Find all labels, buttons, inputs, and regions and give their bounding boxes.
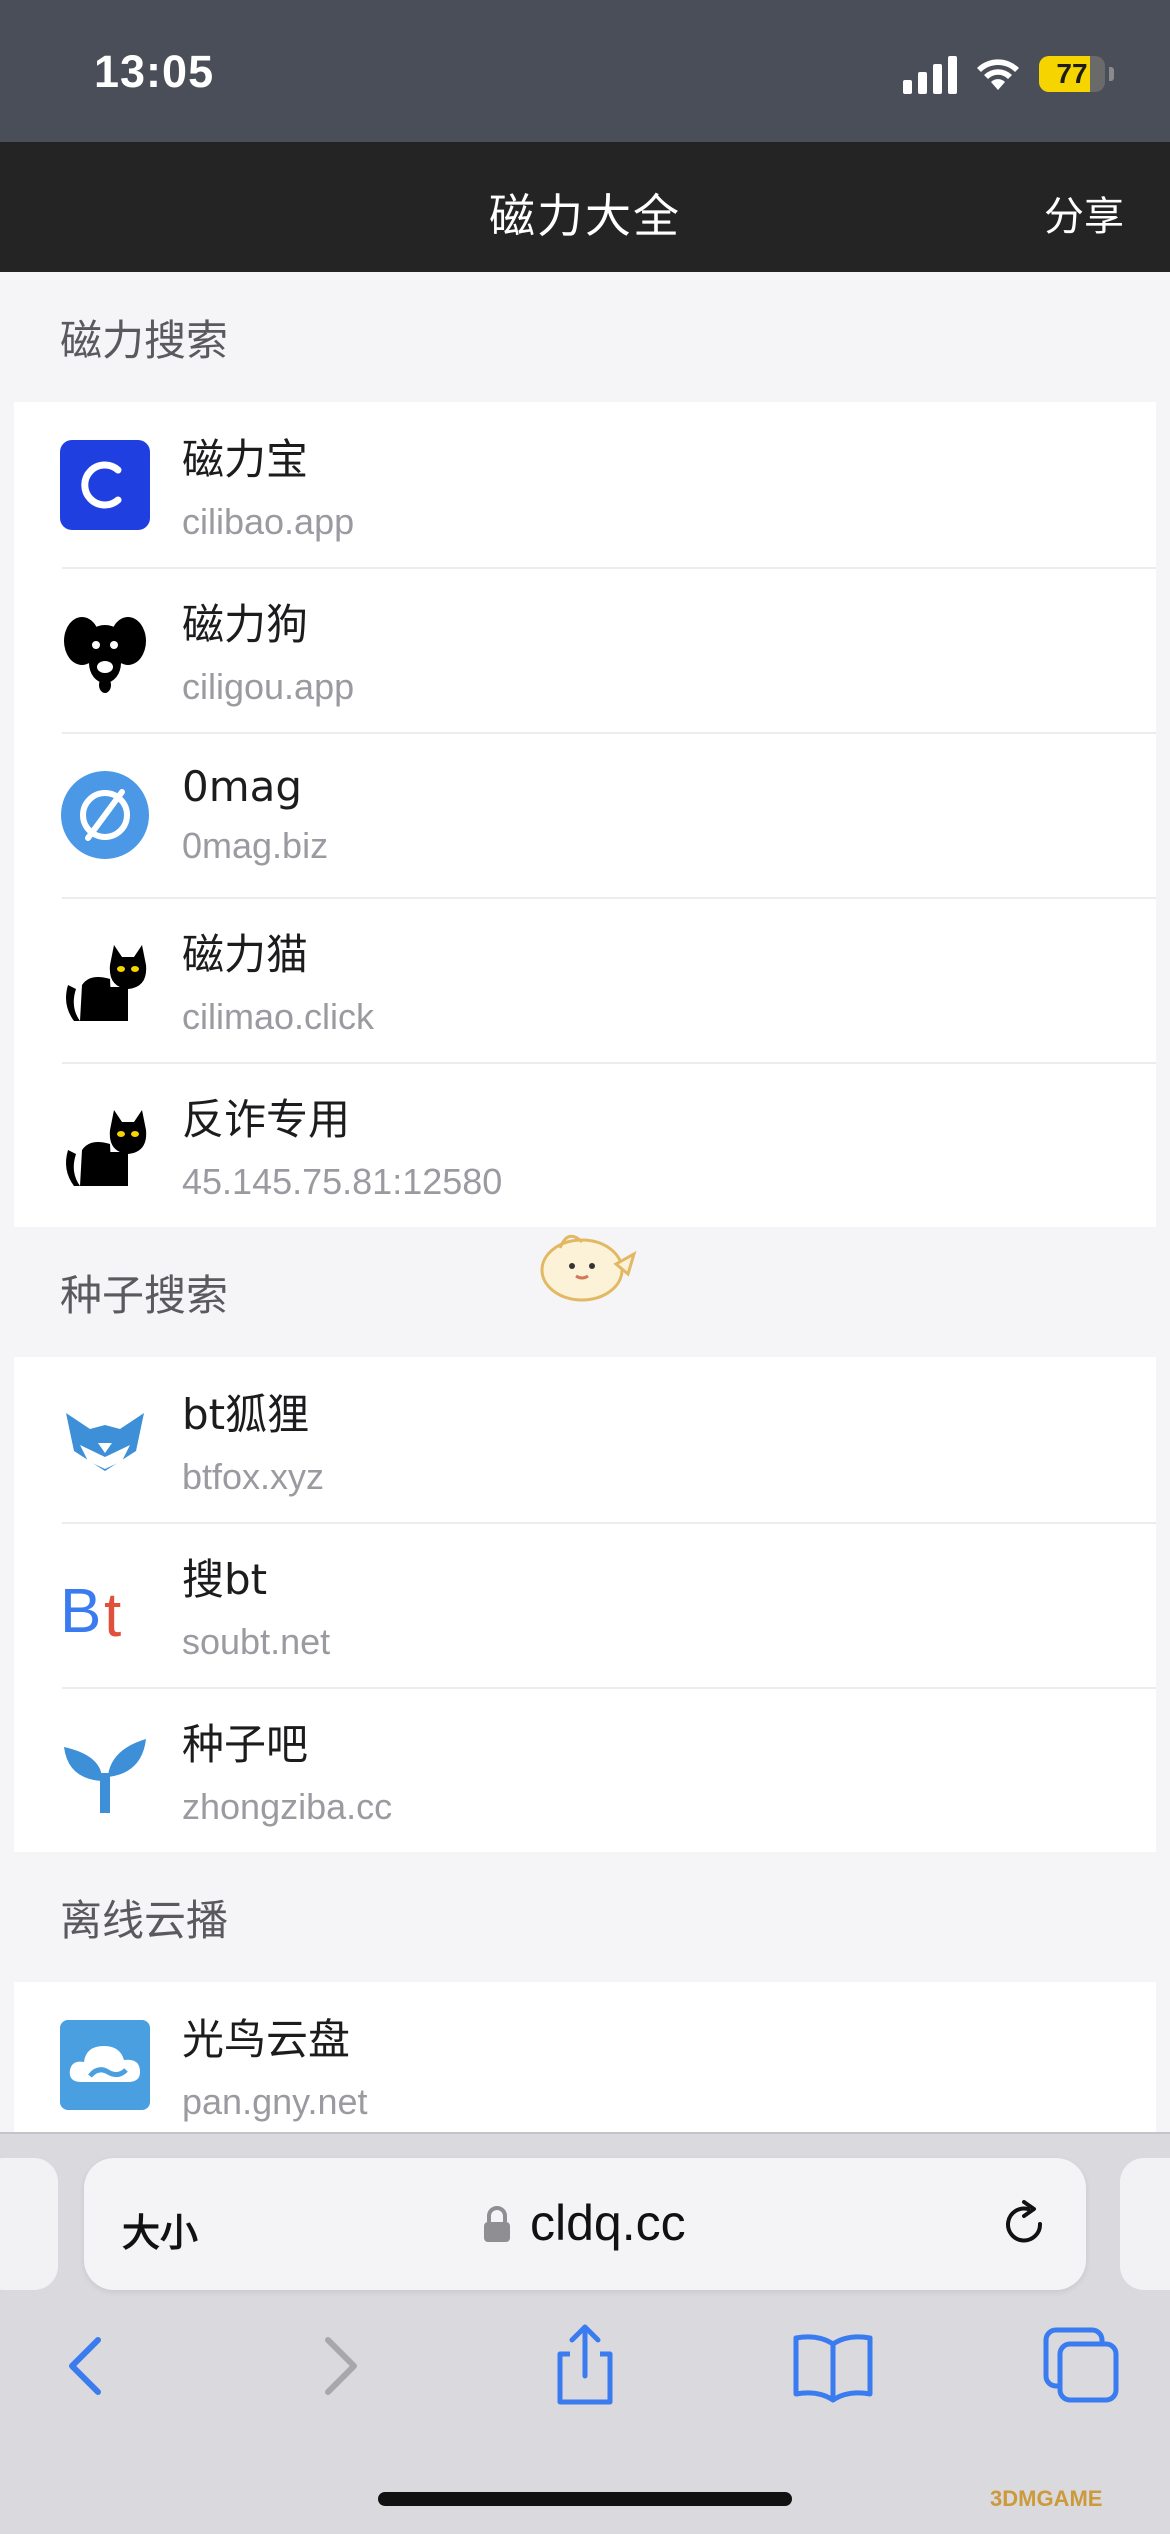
item-url: ciligou.app: [182, 666, 355, 707]
status-icons: 77: [903, 52, 1114, 96]
share-button[interactable]: 分享: [1044, 184, 1124, 242]
torrent-search-list: bt狐狸 btfox.xyz B t 搜bt soubt.net 种子吧 zho…: [14, 1357, 1156, 1852]
bookmarks-icon[interactable]: [788, 2320, 878, 2410]
magnet-search-list: 磁力宝 cilibao.app 磁力狗 ciligou.app 0mag 0ma…: [14, 402, 1156, 1227]
list-item[interactable]: B t 搜bt soubt.net: [14, 1522, 1156, 1687]
item-name: 搜bt: [182, 1555, 268, 1604]
list-item[interactable]: 光鸟云盘 pan.gny.net: [14, 1982, 1156, 2132]
list-item[interactable]: 0mag 0mag.biz: [14, 732, 1156, 897]
list-item[interactable]: 磁力宝 cilibao.app: [14, 402, 1156, 567]
battery-percent: 77: [1056, 58, 1088, 89]
list-item[interactable]: 种子吧 zhongziba.cc: [14, 1687, 1156, 1852]
item-url: zhongziba.cc: [182, 1786, 393, 1827]
back-icon[interactable]: [42, 2320, 132, 2410]
next-tab-preview[interactable]: [1120, 2158, 1170, 2290]
item-name: 0mag: [182, 762, 303, 811]
address-bar[interactable]: 大小 cldq.cc: [84, 2158, 1086, 2290]
bt-logo-icon: B t: [60, 1577, 121, 1650]
cat-icon: [66, 1109, 147, 1186]
cloud-icon: [60, 2019, 150, 2110]
list-item[interactable]: 磁力狗 ciligou.app: [14, 567, 1156, 732]
status-bar: 13:05 77: [0, 0, 1170, 142]
site-list: 磁力搜索 磁力宝 cilibao.app 磁力狗 ciligou.app 0ma…: [0, 272, 1170, 2132]
watermark: 3DMGAME: [990, 2486, 1103, 2511]
list-item[interactable]: 磁力猫 cilimao.click: [14, 897, 1156, 1062]
page-title: 磁力大全: [489, 189, 681, 243]
item-name: 反诈专用: [182, 1095, 351, 1144]
cat-icon: [66, 944, 147, 1021]
list-item[interactable]: bt狐狸 btfox.xyz: [14, 1357, 1156, 1522]
item-url: cilibao.app: [182, 501, 355, 542]
lock-icon: [484, 2206, 510, 2242]
section-title-cloud: 离线云播: [60, 1895, 229, 1945]
url-text[interactable]: cldq.cc: [530, 2194, 686, 2252]
reload-icon[interactable]: [998, 2198, 1050, 2250]
item-url: cilimao.click: [182, 996, 375, 1037]
tabs-icon[interactable]: [1036, 2320, 1126, 2410]
mascot-sticker-icon: [540, 1234, 637, 1302]
previous-tab-preview[interactable]: [0, 2158, 58, 2290]
sprout-icon: [64, 1738, 146, 1813]
share-icon[interactable]: [540, 2320, 630, 2410]
browser-bottom-bar: 大小 cldq.cc 3DMGAME: [0, 2132, 1170, 2534]
item-url: btfox.xyz: [182, 1456, 325, 1497]
cilibao-logo-icon: [60, 439, 150, 530]
item-url: soubt.net: [182, 1621, 331, 1662]
cellular-signal-icon: [903, 54, 957, 94]
list-item[interactable]: 反诈专用 45.145.75.81:12580: [14, 1062, 1156, 1227]
item-url: 0mag.biz: [182, 825, 329, 866]
item-url: pan.gny.net: [182, 2081, 368, 2122]
item-name: 磁力狗: [182, 600, 309, 649]
wifi-icon: [977, 59, 1019, 90]
item-name: 光鸟云盘: [182, 2015, 351, 2064]
svg-text:t: t: [104, 1581, 121, 1650]
text-size-button[interactable]: 大小: [122, 2202, 198, 2257]
home-indicator[interactable]: [378, 2492, 792, 2506]
dog-icon: [64, 616, 146, 693]
browser-toolbar: [0, 2320, 1170, 2440]
item-url: 45.145.75.81:12580: [182, 1161, 503, 1202]
fox-icon: [66, 1412, 144, 1471]
item-name: 磁力宝: [182, 435, 309, 484]
forward-icon[interactable]: [294, 2320, 384, 2410]
cloud-play-list: 光鸟云盘 pan.gny.net: [14, 1982, 1156, 2132]
item-name: 种子吧: [182, 1720, 309, 1769]
svg-text:B: B: [60, 1577, 101, 1646]
status-time: 13:05: [94, 46, 215, 97]
battery-icon: 77: [1039, 56, 1105, 92]
nav-bar: 磁力大全 分享: [0, 142, 1170, 272]
section-title-magnet: 磁力搜索: [60, 315, 229, 365]
empty-set-icon: [61, 770, 149, 859]
item-name: bt狐狸: [182, 1390, 310, 1439]
item-name: 磁力猫: [182, 930, 309, 979]
